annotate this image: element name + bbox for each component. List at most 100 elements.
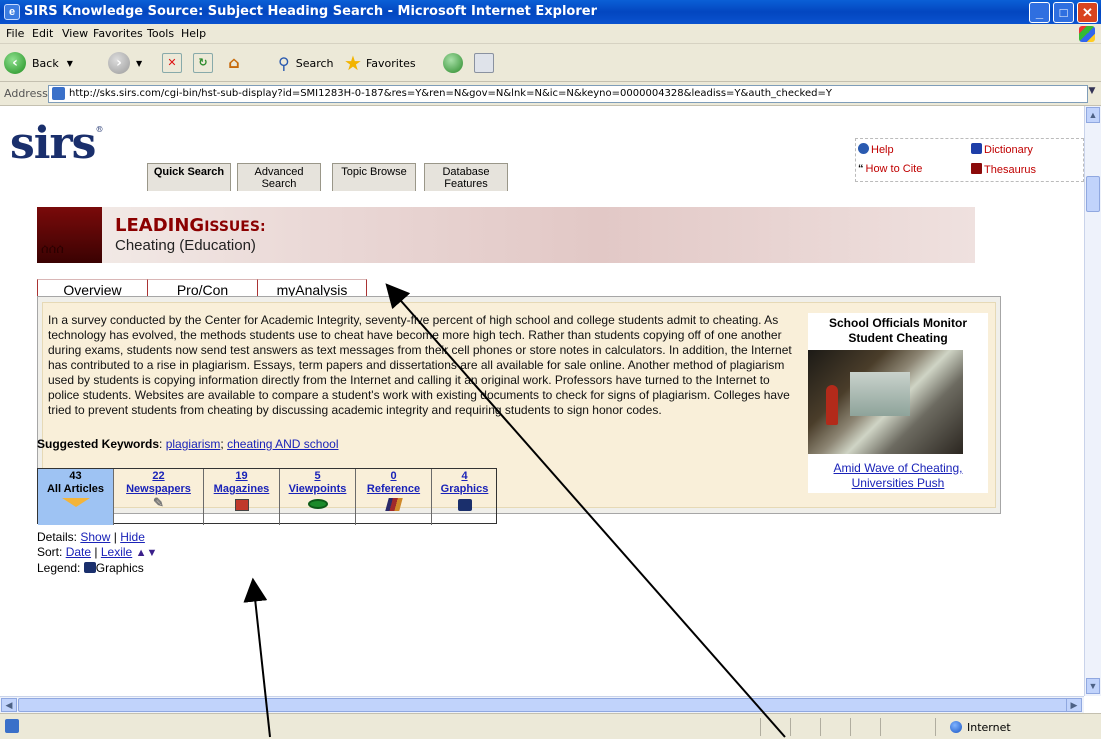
help-link[interactable]: Help bbox=[858, 143, 894, 156]
count-label: Viewpoints bbox=[288, 483, 347, 495]
stop-icon: ✕ bbox=[162, 53, 182, 73]
status-separator bbox=[820, 718, 821, 736]
scroll-right-icon[interactable]: ▶ bbox=[1066, 698, 1082, 712]
back-label: Back bbox=[32, 56, 59, 70]
sirs-logo[interactable]: sirs® bbox=[10, 118, 103, 169]
camera-icon bbox=[457, 499, 472, 511]
count-label: Magazines bbox=[213, 483, 270, 495]
refresh-icon: ↻ bbox=[193, 53, 213, 73]
status-separator bbox=[850, 718, 851, 736]
menu-file[interactable]: File bbox=[6, 27, 24, 40]
zone-label: Internet bbox=[967, 721, 1011, 734]
details-separator: | bbox=[113, 530, 117, 544]
scroll-left-icon[interactable]: ◀ bbox=[1, 698, 17, 712]
ie-icon: e bbox=[4, 4, 20, 20]
leading-issues-logo: LEADINGISSUES: bbox=[115, 215, 266, 236]
dictionary-icon bbox=[971, 143, 982, 154]
home-button[interactable]: ⌂ bbox=[224, 51, 244, 75]
close-button[interactable]: ✕ bbox=[1077, 2, 1098, 23]
details-show-link[interactable]: Show bbox=[80, 530, 110, 544]
status-separator bbox=[760, 718, 761, 736]
page-content: sirs® Quick Search Advanced Search Topic… bbox=[0, 106, 1084, 696]
menu-bar: File Edit View Favorites Tools Help bbox=[0, 24, 1101, 44]
search-icon: ⚲ bbox=[278, 53, 290, 73]
featured-title: School Officials Monitor Student Cheatin… bbox=[828, 316, 967, 345]
stop-button[interactable]: ✕ bbox=[162, 51, 182, 75]
keyword-cheating-school[interactable]: cheating AND school bbox=[227, 437, 338, 451]
count-viewpoints[interactable]: 5 Viewpoints bbox=[280, 469, 356, 525]
tab-quick-search[interactable]: Quick Search bbox=[147, 163, 231, 191]
back-arrow-icon: ‹ bbox=[4, 52, 26, 74]
search-button[interactable]: ⚲ Search bbox=[278, 51, 334, 75]
eye-icon bbox=[307, 499, 328, 509]
menu-tools[interactable]: Tools bbox=[147, 27, 174, 40]
page-icon bbox=[52, 87, 65, 100]
logo-registered: ® bbox=[95, 125, 103, 134]
tab-advanced-search[interactable]: Advanced Search bbox=[237, 163, 321, 191]
vertical-scrollbar[interactable]: ▲ ▼ bbox=[1084, 106, 1101, 696]
history-button[interactable] bbox=[443, 51, 463, 75]
count-value: 5 bbox=[314, 470, 321, 482]
home-icon: ⌂ bbox=[228, 53, 240, 72]
magazine-icon bbox=[234, 499, 249, 511]
details-controls: Details: Show | Hide Sort: Date | Lexile… bbox=[37, 530, 157, 576]
address-input[interactable]: http://sks.sirs.com/cgi-bin/hst-sub-disp… bbox=[48, 85, 1088, 103]
address-bar: Address http://sks.sirs.com/cgi-bin/hst-… bbox=[0, 82, 1101, 106]
menu-view[interactable]: View bbox=[62, 27, 88, 40]
details-hide-link[interactable]: Hide bbox=[120, 530, 145, 544]
back-button[interactable]: ‹ Back ▼ bbox=[4, 51, 73, 75]
count-value: 43 bbox=[69, 470, 82, 482]
featured-link[interactable]: Amid Wave of Cheating, Universities Push bbox=[808, 461, 988, 491]
brand-leading: LEADING bbox=[115, 215, 205, 236]
horizontal-scrollbar[interactable]: ◀ ▶ bbox=[0, 696, 1084, 713]
back-dropdown-icon[interactable]: ▼ bbox=[67, 59, 73, 68]
down-arrow-icon bbox=[61, 498, 90, 507]
keyword-plagiarism[interactable]: plagiarism bbox=[166, 437, 221, 451]
status-separator bbox=[935, 718, 936, 736]
horizontal-scroll-thumb[interactable] bbox=[18, 698, 1068, 712]
menu-favorites[interactable]: Favorites bbox=[93, 27, 143, 40]
featured-photo[interactable] bbox=[808, 350, 963, 454]
favorites-button[interactable]: ★ Favorites bbox=[344, 51, 416, 75]
status-separator bbox=[880, 718, 881, 736]
sort-lexile-link[interactable]: Lexile bbox=[101, 545, 132, 559]
address-dropdown-icon[interactable]: ▼ bbox=[1085, 86, 1099, 102]
count-label: Reference bbox=[366, 483, 421, 495]
sort-label: Sort: bbox=[37, 545, 63, 559]
title-bar: e SIRS Knowledge Source: Subject Heading… bbox=[0, 0, 1101, 24]
print-button[interactable] bbox=[474, 51, 494, 75]
history-icon bbox=[443, 53, 463, 73]
minimize-button[interactable]: _ bbox=[1029, 2, 1050, 23]
dictionary-link[interactable]: Dictionary bbox=[971, 143, 1033, 156]
keywords-label: Suggested Keywords bbox=[37, 437, 160, 451]
tab-database-features[interactable]: Database Features bbox=[424, 163, 508, 191]
sort-up-icon[interactable]: ▲ bbox=[136, 547, 147, 559]
brand-issues: ISSUES: bbox=[204, 219, 266, 235]
keywords-colon: : bbox=[159, 437, 163, 451]
forward-button[interactable]: › ▼ bbox=[108, 51, 142, 75]
menu-help[interactable]: Help bbox=[181, 27, 206, 40]
leading-issues-banner: ሰሰሰ LEADINGISSUES: Cheating (Education) bbox=[37, 207, 975, 263]
vertical-scroll-thumb[interactable] bbox=[1086, 176, 1100, 212]
menu-edit[interactable]: Edit bbox=[32, 27, 53, 40]
count-newspapers[interactable]: 22 Newspapers ✎ bbox=[114, 469, 204, 525]
maximize-button[interactable]: □ bbox=[1053, 2, 1074, 23]
sort-date-link[interactable]: Date bbox=[66, 545, 91, 559]
count-all-articles[interactable]: 43 All Articles bbox=[38, 469, 114, 525]
sort-down-icon[interactable]: ▼ bbox=[146, 547, 157, 559]
count-magazines[interactable]: 19 Magazines bbox=[204, 469, 280, 525]
keyword-separator: ; bbox=[220, 437, 224, 451]
forward-dropdown-icon[interactable]: ▼ bbox=[136, 59, 142, 68]
topic-title: Cheating (Education) bbox=[115, 237, 256, 254]
help-box: Help Dictionary “How to Cite Thesaurus bbox=[855, 138, 1084, 182]
help-label: Help bbox=[871, 144, 894, 156]
scroll-down-icon[interactable]: ▼ bbox=[1086, 678, 1100, 694]
refresh-button[interactable]: ↻ bbox=[193, 51, 213, 75]
count-label: All Articles bbox=[46, 483, 105, 495]
count-graphics[interactable]: 4 Graphics bbox=[432, 469, 497, 525]
tab-topic-browse[interactable]: Topic Browse bbox=[332, 163, 416, 191]
count-reference[interactable]: 0 Reference bbox=[356, 469, 432, 525]
scroll-up-icon[interactable]: ▲ bbox=[1086, 107, 1100, 123]
thesaurus-link[interactable]: Thesaurus bbox=[971, 163, 1036, 176]
cite-link[interactable]: “How to Cite bbox=[858, 163, 922, 175]
